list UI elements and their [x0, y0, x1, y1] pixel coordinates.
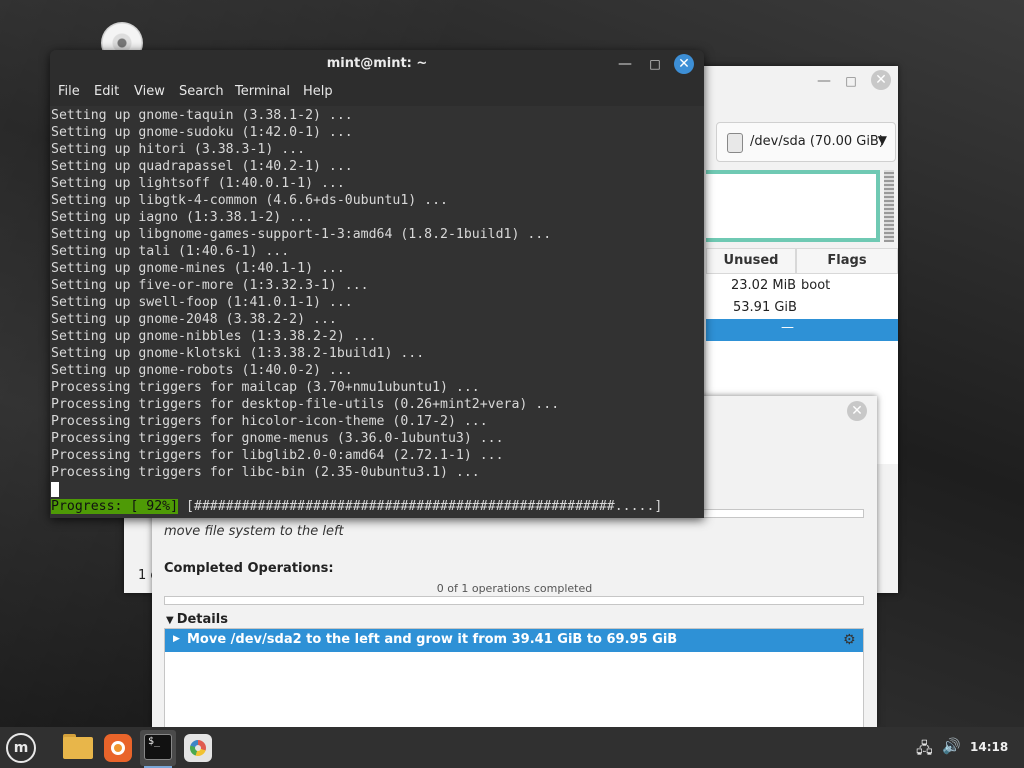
terminal-line: Setting up quadrapassel (1:40.2-1) ... — [51, 159, 353, 174]
gparted-launcher[interactable] — [180, 730, 216, 766]
minimize-icon[interactable]: — — [814, 71, 834, 91]
close-icon[interactable]: ✕ — [871, 70, 891, 90]
gparted-icon — [184, 734, 212, 762]
terminal-launcher[interactable]: $_ — [140, 730, 176, 768]
menu-help[interactable]: Help — [303, 84, 333, 99]
chevron-down-icon: ▼ — [877, 133, 887, 147]
disk-icon — [727, 133, 743, 153]
terminal-line: Processing triggers for gnome-menus (3.3… — [51, 431, 504, 446]
menu-view[interactable]: View — [134, 84, 165, 99]
table-cell-flags[interactable]: boot — [801, 278, 830, 293]
device-selector[interactable]: /dev/sda (70.00 GiB) ▼ — [716, 122, 896, 162]
terminal-line: Setting up lightsoff (1:40.0.1-1) ... — [51, 176, 345, 191]
terminal-line: Processing triggers for hicolor-icon-the… — [51, 414, 488, 429]
volume-icon[interactable]: 🔊 — [942, 737, 961, 755]
terminal-line: Setting up five-or-more (1:3.32.3-1) ... — [51, 278, 369, 293]
terminal-line: Setting up gnome-nibbles (1:3.38.2-2) ..… — [51, 329, 377, 344]
menu-search[interactable]: Search — [179, 84, 224, 99]
table-row-selected[interactable] — [706, 319, 898, 341]
progress-label: Progress: [ 92%] — [51, 499, 179, 514]
maximize-icon[interactable]: □ — [645, 54, 665, 74]
terminal-line: Setting up gnome-robots (1:40.0-2) ... — [51, 363, 353, 378]
operation-row[interactable]: ▶ Move /dev/sda2 to the left and grow it… — [165, 629, 863, 652]
progress-line: Progress: [ 92%] [######################… — [51, 498, 662, 515]
device-label: /dev/sda (70.00 GiB) — [750, 134, 884, 149]
mint-logo-icon: m — [6, 733, 36, 763]
terminal-cursor — [51, 482, 59, 497]
expanded-triangle-icon: ▼ — [166, 615, 174, 626]
operation-row-label: Move /dev/sda2 to the left and grow it f… — [187, 632, 678, 647]
terminal-icon: $_ — [144, 734, 172, 760]
completed-count-text: 0 of 1 operations completed — [436, 582, 593, 595]
table-cell-unused[interactable]: — — [781, 320, 794, 335]
terminal-line: Processing triggers for libc-bin (2.35-0… — [51, 465, 480, 480]
firefox-launcher[interactable] — [100, 730, 136, 766]
details-label: Details — [176, 612, 228, 627]
details-list: ▶ Move /dev/sda2 to the left and grow it… — [164, 628, 864, 727]
terminal-line: Setting up gnome-2048 (3.38.2-2) ... — [51, 312, 337, 327]
details-expander[interactable]: ▼ Details — [166, 612, 228, 627]
gparted-icon-center — [195, 745, 201, 751]
firefox-icon-center — [114, 744, 122, 752]
terminal-line: Setting up swell-foop (1:41.0.1-1) ... — [51, 295, 353, 310]
file-manager-launcher[interactable] — [60, 730, 96, 766]
terminal-line: Setting up gnome-klotski (1:3.38.2-1buil… — [51, 346, 425, 361]
terminal-line: Setting up gnome-sudoku (1:42.0-1) ... — [51, 125, 353, 140]
close-icon[interactable]: ✕ — [674, 54, 694, 74]
window-title: mint@mint: ~ — [326, 56, 428, 71]
folder-icon — [63, 737, 93, 759]
terminal-titlebar[interactable]: mint@mint: ~ — □ ✕ — [50, 50, 704, 78]
terminal-window: mint@mint: ~ — □ ✕ File Edit View Search… — [50, 50, 704, 518]
completed-operations-progress — [164, 596, 864, 605]
taskbar: m $_ 🖧 🔊 14:18 — [0, 727, 1024, 768]
terminal-line: Processing triggers for libglib2.0-0:amd… — [51, 448, 504, 463]
column-header-unused[interactable]: Unused — [706, 248, 796, 274]
table-cell-unused[interactable]: 53.91 GiB — [733, 300, 797, 315]
completed-operations-label: Completed Operations: — [164, 561, 334, 576]
terminal-lines: Setting up gnome-taquin (3.38.1-2) ... S… — [51, 107, 559, 481]
terminal-line: Setting up hitori (3.38.3-1) ... — [51, 142, 306, 157]
column-header-flags[interactable]: Flags — [796, 248, 898, 274]
terminal-line: Setting up libgnome-games-support-1-3:am… — [51, 227, 552, 242]
desktop: — □ ✕ /dev/sda (70.00 GiB) ▼ Unused Flag… — [0, 0, 1024, 727]
menu-edit[interactable]: Edit — [94, 84, 119, 99]
table-cell-unused[interactable]: 23.02 MiB — [731, 278, 796, 293]
terminal-line: Setting up gnome-mines (1:40.1-1) ... — [51, 261, 345, 276]
clock[interactable]: 14:18 — [970, 740, 1008, 754]
terminal-line: Processing triggers for desktop-file-uti… — [51, 397, 560, 412]
partition-map-scrollbar[interactable] — [884, 170, 894, 242]
terminal-line: Setting up gnome-taquin (3.38.1-2) ... — [51, 108, 353, 123]
terminal-line: Setting up libgtk-4-common (4.6.6+ds-0ub… — [51, 193, 448, 208]
close-icon[interactable]: ✕ — [847, 401, 867, 421]
start-menu-button[interactable]: m — [4, 731, 38, 765]
menu-file[interactable]: File — [58, 84, 80, 99]
maximize-icon[interactable]: □ — [841, 71, 861, 91]
terminal-line: Setting up tali (1:40.6-1) ... — [51, 244, 290, 259]
gear-icon: ⚙ — [843, 632, 856, 648]
collapsed-triangle-icon[interactable]: ▶ — [173, 634, 180, 644]
terminal-line: Processing triggers for mailcap (3.70+nm… — [51, 380, 480, 395]
partition-map[interactable] — [706, 170, 880, 242]
firefox-icon — [104, 734, 132, 762]
current-operation-text: move file system to the left — [164, 524, 344, 539]
terminal-output[interactable]: Setting up gnome-taquin (3.38.1-2) ... S… — [50, 106, 704, 518]
progress-bar: [#######################################… — [178, 499, 663, 514]
terminal-menubar: File Edit View Search Terminal Help — [50, 78, 704, 106]
terminal-line: Setting up iagno (1:3.38.1-2) ... — [51, 210, 314, 225]
menu-terminal[interactable]: Terminal — [235, 84, 290, 99]
network-icon[interactable]: 🖧 — [916, 738, 933, 763]
minimize-icon[interactable]: — — [615, 54, 635, 74]
